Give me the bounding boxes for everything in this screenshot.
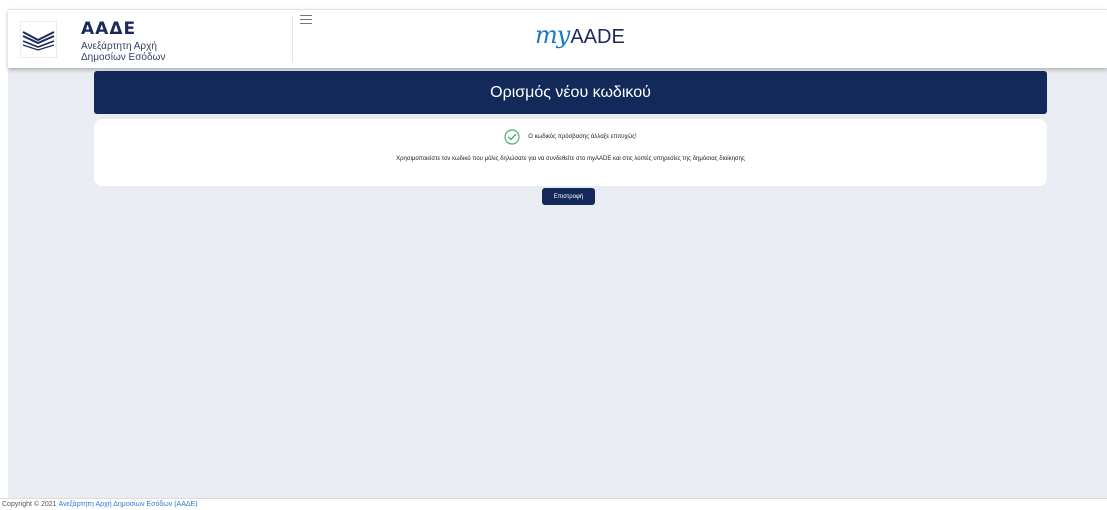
check-circle-icon [504, 129, 520, 145]
success-row: Ο κωδικός πρόσβασης άλλαξε επιτυχώς! [94, 129, 1047, 145]
brand-subtitle-line1: Ανεξάρτητη Αρχή [81, 41, 157, 52]
header-divider [292, 16, 293, 62]
top-header: ΑΑΔΕ Ανεξάρτητη Αρχή Δημοσίων Εσόδων my … [8, 9, 1107, 68]
aade-emblem-icon[interactable] [20, 21, 57, 58]
brand-subtitle: Ανεξάρτητη Αρχή Δημοσίων Εσόδων [81, 41, 165, 63]
info-message: Χρησιμοποιείστε τον κωδικό που μόλις δηλ… [396, 156, 745, 162]
back-button[interactable]: Επιστροφή [542, 188, 595, 205]
copyright-text: Copyright © 2021 [2, 501, 57, 508]
myaade-logo-aade: AADE [570, 26, 625, 48]
myaade-logo-my: my [535, 21, 570, 49]
page-title: Ορισμός νέου κωδικού [94, 71, 1047, 114]
hamburger-menu-icon[interactable] [300, 15, 312, 27]
main-content: Ορισμός νέου κωδικού Ο κωδικός πρόσβασης… [8, 67, 1107, 498]
message-card: Ο κωδικός πρόσβασης άλλαξε επιτυχώς! Χρη… [94, 119, 1047, 186]
footer-text: Copyright © 2021 Ανεξάρτητη Αρχή Δημοσίω… [2, 501, 198, 508]
myaade-logo[interactable]: my AADE [535, 21, 625, 55]
page: ΑΑΔΕ Ανεξάρτητη Αρχή Δημοσίων Εσόδων my … [0, 0, 1107, 510]
success-message: Ο κωδικός πρόσβασης άλλαξε επιτυχώς! [528, 134, 637, 140]
footer-aade-link[interactable]: Ανεξάρτητη Αρχή Δημοσίων Εσόδων (ΑΑΔΕ) [59, 501, 198, 508]
footer: Copyright © 2021 Ανεξάρτητη Αρχή Δημοσίω… [0, 498, 1107, 510]
brand-title: ΑΑΔΕ [81, 19, 137, 39]
brand-subtitle-line2: Δημοσίων Εσόδων [81, 52, 166, 63]
